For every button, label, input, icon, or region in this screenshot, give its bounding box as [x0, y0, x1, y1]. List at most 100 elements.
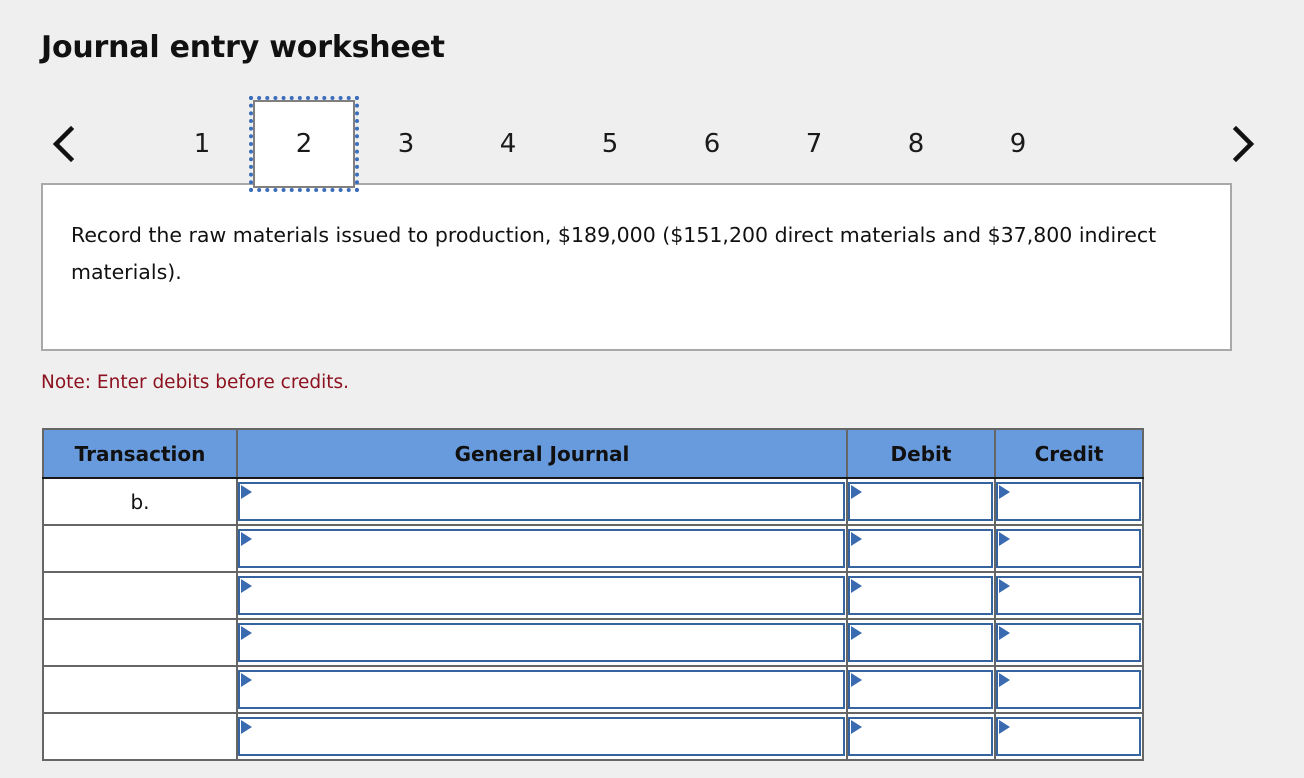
- dropdown-triangle-icon: [999, 720, 1010, 734]
- debit-input-row-5[interactable]: [848, 670, 993, 709]
- journal-table-header-row: Transaction General Journal Debit Credit: [42, 428, 1144, 479]
- credit-cell-row-6[interactable]: [994, 712, 1144, 761]
- dropdown-triangle-icon: [241, 720, 252, 734]
- credit-input-row-1[interactable]: [996, 482, 1141, 521]
- debit-input-row-6[interactable]: [848, 717, 993, 756]
- account-select-row-4[interactable]: [238, 623, 845, 662]
- page-tab-list: 1 2 3 4 5 6 7 8 9: [151, 96, 1069, 192]
- page-tab-5[interactable]: 5: [559, 100, 661, 188]
- table-row: [42, 571, 1144, 620]
- debit-value-row-1: [868, 484, 987, 519]
- credit-cell-row-1[interactable]: [994, 477, 1144, 526]
- credit-cell-row-2[interactable]: [994, 524, 1144, 573]
- credit-cell-row-5[interactable]: [994, 665, 1144, 714]
- column-header-general-journal: General Journal: [236, 428, 848, 479]
- account-select-value-row-4: [258, 625, 839, 660]
- general-journal-cell-row-2[interactable]: [236, 524, 848, 573]
- account-select-row-6[interactable]: [238, 717, 845, 756]
- worksheet-pager: 1 2 3 4 5 6 7 8 9: [41, 96, 1263, 192]
- credit-input-row-6[interactable]: [996, 717, 1141, 756]
- transaction-label-row-1: b.: [42, 477, 238, 526]
- account-select-value-row-3: [258, 578, 839, 613]
- transaction-label-row-5: [42, 665, 238, 714]
- page-tab-2[interactable]: 2: [249, 96, 359, 192]
- general-journal-cell-row-1[interactable]: [236, 477, 848, 526]
- table-row: [42, 524, 1144, 573]
- credit-input-row-2[interactable]: [996, 529, 1141, 568]
- page-tab-1-label: 1: [193, 129, 211, 159]
- debit-input-row-4[interactable]: [848, 623, 993, 662]
- journal-table-head: Transaction General Journal Debit Credit: [42, 428, 1144, 479]
- account-select-value-row-6: [258, 719, 839, 754]
- credit-input-row-4[interactable]: [996, 623, 1141, 662]
- debit-input-row-1[interactable]: [848, 482, 993, 521]
- credit-cell-row-4[interactable]: [994, 618, 1144, 667]
- journal-table-body: b.: [42, 477, 1144, 761]
- page-title: Journal entry worksheet: [41, 30, 445, 65]
- debit-cell-row-5[interactable]: [846, 665, 996, 714]
- debit-value-row-3: [868, 578, 987, 613]
- general-journal-cell-row-3[interactable]: [236, 571, 848, 620]
- debit-value-row-4: [868, 625, 987, 660]
- page-tab-8[interactable]: 8: [865, 100, 967, 188]
- dropdown-triangle-icon: [851, 673, 862, 687]
- column-header-debit: Debit: [846, 428, 996, 479]
- page-tab-5-label: 5: [601, 129, 619, 159]
- dropdown-triangle-icon: [851, 485, 862, 499]
- page-tab-9-label: 9: [1009, 129, 1027, 159]
- next-page-button[interactable]: [1223, 100, 1263, 188]
- column-header-transaction: Transaction: [42, 428, 238, 479]
- debit-cell-row-4[interactable]: [846, 618, 996, 667]
- credit-value-row-6: [1016, 719, 1135, 754]
- debit-value-row-6: [868, 719, 987, 754]
- debit-cell-row-3[interactable]: [846, 571, 996, 620]
- debits-before-credits-note: Note: Enter debits before credits.: [41, 372, 350, 393]
- account-select-row-2[interactable]: [238, 529, 845, 568]
- debit-cell-row-6[interactable]: [846, 712, 996, 761]
- credit-input-row-5[interactable]: [996, 670, 1141, 709]
- credit-value-row-4: [1016, 625, 1135, 660]
- credit-value-row-5: [1016, 672, 1135, 707]
- credit-value-row-1: [1016, 484, 1135, 519]
- page-tab-7[interactable]: 7: [763, 100, 865, 188]
- dropdown-triangle-icon: [999, 532, 1010, 546]
- page-tab-6[interactable]: 6: [661, 100, 763, 188]
- account-select-value-row-1: [258, 484, 839, 519]
- dropdown-triangle-icon: [241, 532, 252, 546]
- page-tab-2-label: 2: [295, 129, 313, 159]
- dropdown-triangle-icon: [999, 579, 1010, 593]
- account-select-row-5[interactable]: [238, 670, 845, 709]
- table-row: [42, 712, 1144, 761]
- dropdown-triangle-icon: [851, 626, 862, 640]
- page-tab-3-label: 3: [397, 129, 415, 159]
- page-tab-1[interactable]: 1: [151, 100, 253, 188]
- general-journal-cell-row-6[interactable]: [236, 712, 848, 761]
- account-select-value-row-2: [258, 531, 839, 566]
- debit-cell-row-2[interactable]: [846, 524, 996, 573]
- dropdown-triangle-icon: [851, 532, 862, 546]
- instruction-text: Record the raw materials issued to produ…: [71, 223, 1157, 284]
- chevron-left-icon: [50, 125, 76, 163]
- dropdown-triangle-icon: [241, 673, 252, 687]
- table-row: b.: [42, 477, 1144, 526]
- previous-page-button[interactable]: [43, 100, 83, 188]
- page-tab-6-label: 6: [703, 129, 721, 159]
- transaction-label-row-6: [42, 712, 238, 761]
- general-journal-cell-row-4[interactable]: [236, 618, 848, 667]
- general-journal-cell-row-5[interactable]: [236, 665, 848, 714]
- debit-input-row-3[interactable]: [848, 576, 993, 615]
- account-select-row-3[interactable]: [238, 576, 845, 615]
- dropdown-triangle-icon: [851, 579, 862, 593]
- dropdown-triangle-icon: [999, 485, 1010, 499]
- debit-cell-row-1[interactable]: [846, 477, 996, 526]
- credit-value-row-3: [1016, 578, 1135, 613]
- dropdown-triangle-icon: [999, 673, 1010, 687]
- account-select-row-1[interactable]: [238, 482, 845, 521]
- dropdown-triangle-icon: [999, 626, 1010, 640]
- page-tab-9[interactable]: 9: [967, 100, 1069, 188]
- page-tab-3[interactable]: 3: [355, 100, 457, 188]
- page-tab-4[interactable]: 4: [457, 100, 559, 188]
- credit-input-row-3[interactable]: [996, 576, 1141, 615]
- credit-cell-row-3[interactable]: [994, 571, 1144, 620]
- debit-input-row-2[interactable]: [848, 529, 993, 568]
